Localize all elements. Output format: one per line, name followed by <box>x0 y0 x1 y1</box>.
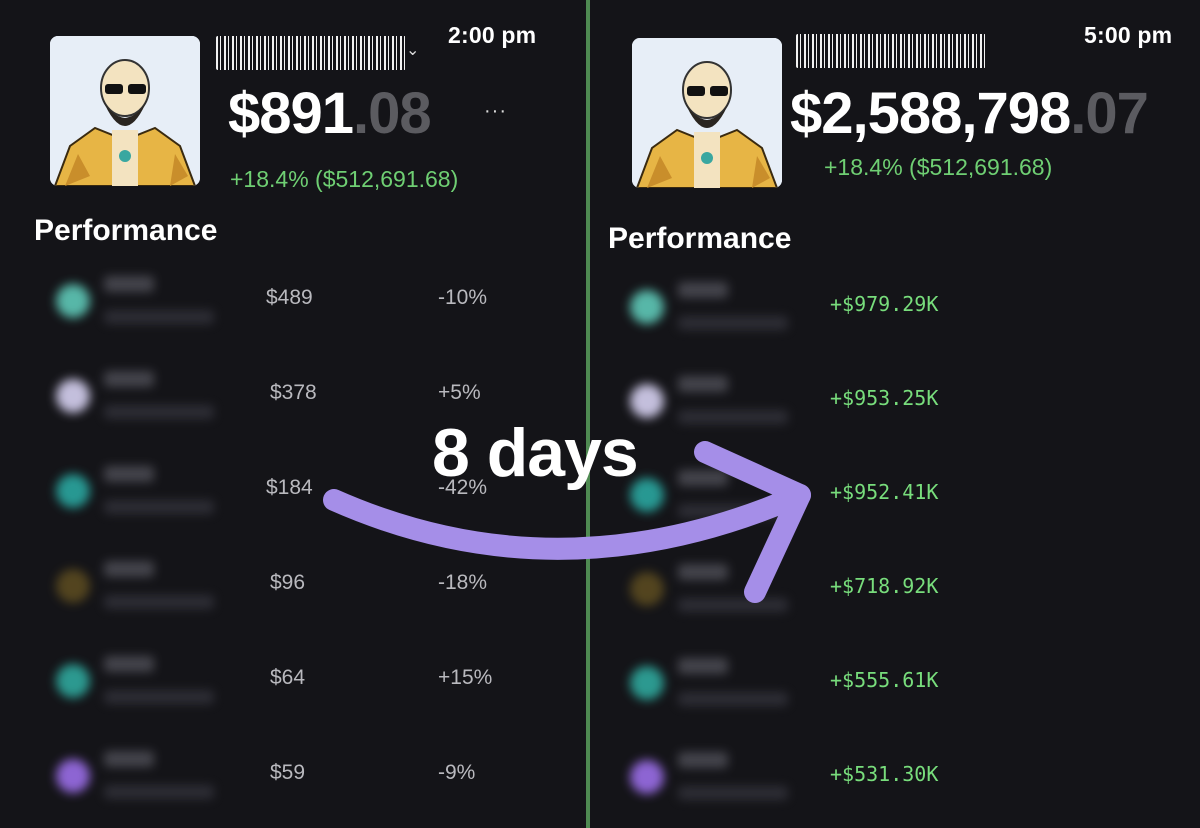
row-value: $378 <box>270 381 317 404</box>
coin-icon <box>630 760 664 794</box>
avatar[interactable] <box>50 36 200 186</box>
coin-icon <box>56 664 90 698</box>
coin-info-blurred <box>608 734 808 824</box>
row-percent-change: -10% <box>438 286 488 309</box>
coin-icon <box>630 290 664 324</box>
coin-info-blurred <box>608 640 808 730</box>
avatar-illustration <box>50 36 200 186</box>
chevron-down-icon[interactable]: ⌄ <box>406 40 419 60</box>
coin-symbol-blurred <box>104 751 154 767</box>
account-name-redacted[interactable] <box>796 34 986 68</box>
coin-name-blurred <box>678 316 788 330</box>
row-value: $96 <box>270 571 306 594</box>
coin-info-blurred <box>34 258 234 348</box>
portfolio-change: +18.4% ($512,691.68) <box>230 166 459 192</box>
portfolio-balance: $891.08 <box>228 81 432 146</box>
coin-name-blurred <box>678 598 788 612</box>
coin-icon <box>56 569 90 603</box>
coin-icon <box>56 284 90 318</box>
coin-info-blurred <box>608 264 808 354</box>
row-value: +$952.41K <box>830 480 939 504</box>
coin-name-blurred <box>678 410 788 424</box>
coin-icon <box>56 379 90 413</box>
account-name-redacted[interactable] <box>216 36 406 70</box>
coin-name-blurred <box>678 504 788 518</box>
right-screenshot-panel: 5:00 pm $2,588,798.07 +18.4% ($512,691.6… <box>590 0 1200 828</box>
coin-info-blurred <box>34 733 234 823</box>
coin-symbol-blurred <box>678 282 728 298</box>
coin-icon <box>630 384 664 418</box>
coin-symbol-blurred <box>678 376 728 392</box>
coin-symbol-blurred <box>678 658 728 674</box>
coin-icon <box>56 759 90 793</box>
row-value: +$953.25K <box>830 386 939 410</box>
status-time: 5:00 pm <box>1084 22 1173 48</box>
row-value: $64 <box>270 666 306 689</box>
row-value: +$718.92K <box>830 574 939 598</box>
coin-symbol-blurred <box>678 564 728 580</box>
status-time: 2:00 pm <box>448 22 537 48</box>
coin-info-blurred <box>34 353 234 443</box>
coin-name-blurred <box>104 405 214 419</box>
coin-info-blurred <box>608 546 808 636</box>
coin-name-blurred <box>104 500 214 514</box>
performance-heading: Performance <box>34 214 218 247</box>
coin-info-blurred <box>608 452 808 542</box>
avatar[interactable] <box>632 38 782 188</box>
coin-info-blurred <box>34 448 234 538</box>
row-value: $59 <box>270 761 306 784</box>
coin-symbol-blurred <box>104 656 154 672</box>
elapsed-time-label: 8 days <box>432 415 639 491</box>
portfolio-balance: $2,588,798.07 <box>790 81 1149 146</box>
coin-symbol-blurred <box>104 276 154 292</box>
coin-name-blurred <box>104 785 214 799</box>
row-percent-change: +5% <box>438 381 481 404</box>
performance-heading: Performance <box>608 222 792 255</box>
coin-name-blurred <box>678 786 788 800</box>
coin-icon <box>56 474 90 508</box>
row-value: +$531.30K <box>830 762 939 786</box>
row-value: $184 <box>266 476 313 499</box>
more-icon[interactable]: ··· <box>484 100 507 123</box>
coin-name-blurred <box>104 310 214 324</box>
coin-info-blurred <box>34 638 234 728</box>
avatar-illustration <box>632 38 782 188</box>
coin-name-blurred <box>104 595 214 609</box>
coin-name-blurred <box>678 692 788 706</box>
row-value: +$555.61K <box>830 668 939 692</box>
coin-symbol-blurred <box>678 470 728 486</box>
coin-icon <box>630 572 664 606</box>
coin-symbol-blurred <box>104 561 154 577</box>
row-value: +$979.29K <box>830 292 939 316</box>
row-value: $489 <box>266 286 313 309</box>
portfolio-change: +18.4% ($512,691.68) <box>824 154 1053 180</box>
coin-icon <box>630 666 664 700</box>
coin-symbol-blurred <box>678 752 728 768</box>
coin-symbol-blurred <box>104 371 154 387</box>
coin-info-blurred <box>608 358 808 448</box>
coin-info-blurred <box>34 543 234 633</box>
row-percent-change: +15% <box>438 666 493 689</box>
row-percent-change: -18% <box>438 571 488 594</box>
row-percent-change: -9% <box>438 761 476 784</box>
coin-symbol-blurred <box>104 466 154 482</box>
coin-name-blurred <box>104 690 214 704</box>
